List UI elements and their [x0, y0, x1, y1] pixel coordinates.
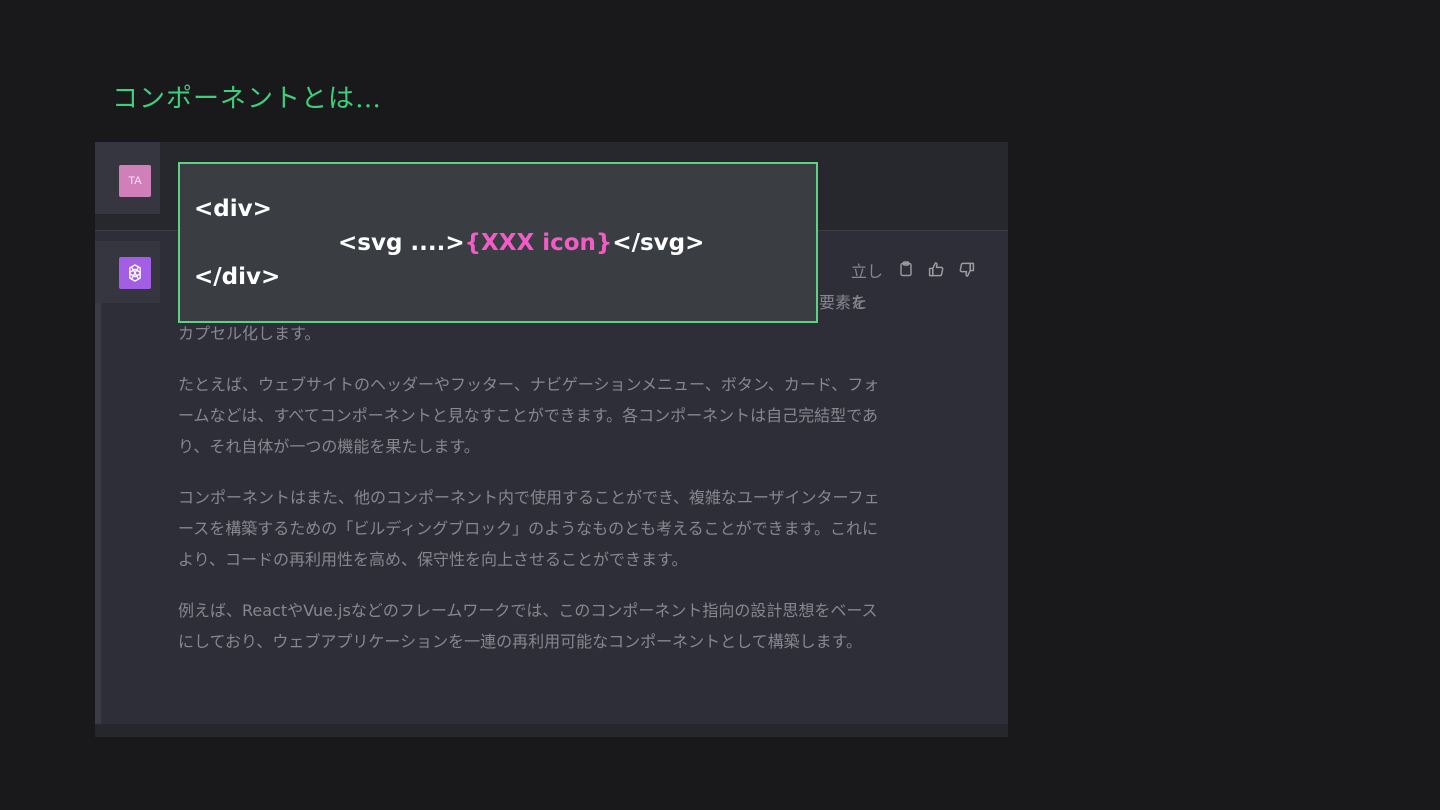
- thumbs-up-icon[interactable]: [927, 260, 945, 278]
- assistant-avatar: [119, 257, 151, 289]
- hidden-line2-tail: 要素を: [819, 293, 868, 312]
- message-actions: [897, 260, 975, 278]
- slide-title: コンポーネントとは…: [112, 84, 383, 114]
- message-left-bar: [95, 303, 101, 737]
- clipboard-icon[interactable]: [897, 260, 915, 278]
- user-avatar: TA: [119, 165, 151, 197]
- openai-logo-icon: [129, 264, 141, 282]
- code-line-svg: <svg ....>{XXX icon}</svg>: [338, 230, 704, 256]
- answer-paragraph-3: コンポーネントはまた、他のコンポーネント内で使用することができ、複雑なユーザイン…: [178, 488, 880, 569]
- code-svg-open: <svg ....>: [338, 230, 465, 256]
- chat-bottom-band: [95, 724, 1008, 737]
- user-avatar-initials: TA: [128, 175, 142, 187]
- code-svg-close: </svg>: [612, 230, 705, 256]
- code-line-open-div: <div>: [194, 196, 272, 222]
- thumbs-down-icon[interactable]: [957, 260, 975, 278]
- answer-paragraph-4: 例えば、ReactやVue.jsなどのフレームワークでは、このコンポーネント指向…: [178, 601, 878, 651]
- answer-paragraph-2: たとえば、ウェブサイトのヘッダーやフッター、ナビゲーションメニュー、ボタン、カー…: [178, 375, 880, 456]
- code-line-close-div: </div>: [194, 264, 281, 290]
- code-overlay: <div> <svg ....>{XXX icon}</svg> </div>: [178, 162, 818, 323]
- code-icon-placeholder: {XXX icon}: [464, 230, 613, 256]
